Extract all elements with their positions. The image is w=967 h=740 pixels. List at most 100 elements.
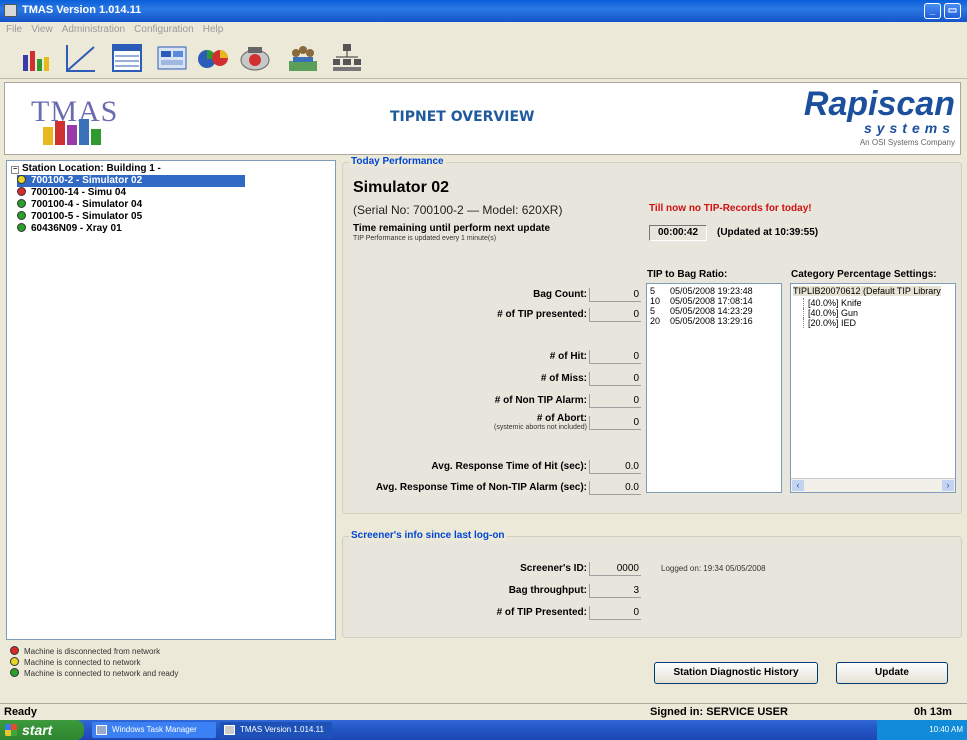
users-icon[interactable] — [286, 41, 320, 75]
remaining-note: TIP Performance is updated every 1 minut… — [353, 235, 497, 242]
remaining-label: Time remaining until perform next update — [353, 223, 551, 234]
screener-id-field: 0000 — [589, 562, 641, 576]
task-manager-icon — [96, 725, 107, 735]
collapse-icon[interactable]: − — [11, 166, 19, 174]
status-text: Ready — [4, 706, 38, 718]
ratio-list[interactable]: 5 05/05/2008 19:23:48 10 05/05/2008 17:08:… — [646, 283, 782, 493]
legend-item: Machine is disconnected from network — [10, 646, 178, 657]
no-records-warning: Till now no TIP-Records for today! — [649, 203, 812, 214]
abort-note: (systemic aborts not included) — [494, 424, 587, 431]
category-root[interactable]: TIPLIB20070612 (Default TIP Library — [793, 286, 941, 296]
category-item[interactable]: [40.0%] Gun — [803, 308, 858, 318]
tmas-window: TMAS Version 1.014.11 _ ▭ File View Admi… — [0, 0, 967, 720]
tree-root[interactable]: − Station Location: Building 1 - — [11, 163, 161, 174]
list-item[interactable]: 5 05/05/2008 19:23:48 — [650, 286, 753, 296]
page-title: TIPNET OVERVIEW — [390, 109, 535, 125]
hit-field: 0 — [589, 350, 641, 364]
org-chart-icon[interactable] — [330, 41, 364, 75]
tmas-logo: TMAS — [17, 89, 137, 153]
list-item[interactable]: 5 05/05/2008 14:23:29 — [650, 306, 753, 316]
scroll-left-icon[interactable]: ‹ — [792, 480, 804, 491]
tmas-app-icon — [224, 725, 235, 735]
throughput-label: Bag throughput: — [508, 585, 587, 596]
tree-node-simulator-02[interactable]: 700100-2 - Simulator 02 — [17, 175, 245, 187]
app-icon — [4, 4, 17, 17]
status-dot-icon — [17, 175, 26, 184]
title-bar[interactable]: TMAS Version 1.014.11 _ ▭ — [0, 0, 967, 22]
category-item[interactable]: [40.0%] Knife — [803, 298, 862, 308]
tree-node-simulator-05[interactable]: 700100-5 - Simulator 05 — [17, 211, 142, 223]
menu-administration[interactable]: Administration — [62, 22, 125, 37]
miss-label: # of Miss: — [540, 373, 587, 384]
taskbar-item-tmas[interactable]: TMAS Version 1.014.11 — [220, 722, 332, 738]
maximize-button[interactable]: ▭ — [944, 3, 961, 19]
logged-on-text: Logged on: 19:34 05/05/2008 — [661, 564, 766, 573]
bag-count-field: 0 — [589, 288, 641, 302]
category-item[interactable]: [20.0%] IED — [803, 318, 856, 328]
timer-field: 00:00:42 — [649, 225, 707, 241]
status-dot-icon — [17, 211, 26, 220]
start-button[interactable]: start — [0, 720, 84, 740]
menu-file[interactable]: File — [6, 22, 22, 37]
non-tip-alarm-field: 0 — [589, 394, 641, 408]
avg-non-tip-label: Avg. Response Time of Non-TIP Alarm (sec… — [375, 482, 587, 493]
tree-node-xray-01[interactable]: 60436N09 - Xray 01 — [17, 223, 122, 235]
station-name: Simulator 02 — [353, 179, 450, 196]
yellow-dot-icon — [10, 657, 19, 666]
hit-label: # of Hit: — [549, 351, 587, 362]
tree-node-simu-04[interactable]: 700100-14 - Simu 04 — [17, 187, 126, 199]
report-icon[interactable] — [155, 41, 189, 75]
header-banner: TMAS TIPNET OVERVIEW Rapiscan systems An… — [4, 82, 961, 155]
bag-count-label: Bag Count: — [533, 289, 587, 300]
signed-in-text: Signed in: SERVICE USER — [650, 706, 788, 718]
window-title: TMAS Version 1.014.11 — [22, 4, 142, 16]
abort-field: 0 — [589, 416, 641, 430]
brand-sub: systems — [863, 120, 955, 136]
updated-at: (Updated at 10:39:55) — [717, 227, 819, 238]
system-tray: 10:40 AM — [877, 720, 967, 740]
station-diagnostic-history-button[interactable]: Station Diagnostic History — [654, 662, 818, 684]
horizontal-scrollbar[interactable]: ‹ › — [791, 478, 955, 492]
list-item[interactable]: 20 05/05/2008 13:29:16 — [650, 316, 753, 326]
miss-field: 0 — [589, 372, 641, 386]
table-icon[interactable] — [110, 41, 144, 75]
tree-node-simulator-04[interactable]: 700100-4 - Simulator 04 — [17, 199, 142, 211]
minimize-button[interactable]: _ — [924, 3, 941, 19]
menu-bar: File View Administration Configuration H… — [0, 22, 967, 37]
avg-hit-label: Avg. Response Time of Hit (sec): — [431, 461, 587, 472]
elapsed-time: 0h 13m — [914, 706, 952, 718]
status-dot-icon — [17, 187, 26, 196]
tip-presented-field: 0 — [589, 308, 641, 322]
pie-chart-icon[interactable] — [196, 41, 230, 75]
menu-help[interactable]: Help — [203, 22, 224, 37]
serial-model: (Serial No: 700100-2 — Model: 620XR) — [353, 203, 563, 217]
list-item[interactable]: 10 05/05/2008 17:08:14 — [650, 296, 753, 306]
status-dot-icon — [17, 223, 26, 232]
scroll-right-icon[interactable]: › — [942, 480, 954, 491]
menu-configuration[interactable]: Configuration — [134, 22, 193, 37]
abort-label: # of Abort: — [536, 413, 587, 424]
menu-view[interactable]: View — [31, 22, 53, 37]
bar-chart-icon[interactable] — [20, 41, 54, 75]
avg-non-tip-field: 0.0 — [589, 481, 641, 495]
red-dot-icon — [10, 646, 19, 655]
category-tree[interactable]: TIPLIB20070612 (Default TIP Library [40.… — [790, 283, 956, 493]
ratio-title: TIP to Bag Ratio: — [647, 269, 728, 280]
status-bar: Ready Signed in: SERVICE USER 0h 13m — [0, 703, 967, 720]
legend-item: Machine is connected to network and read… — [10, 668, 178, 679]
line-chart-icon[interactable] — [64, 41, 98, 75]
clock[interactable]: 10:40 AM — [929, 725, 963, 734]
status-legend: Machine is disconnected from network Mac… — [10, 646, 178, 679]
screener-info-group: Screener's info since last log-on Screen… — [342, 530, 962, 638]
station-tree[interactable]: − Station Location: Building 1 - 700100-2… — [6, 160, 336, 640]
update-button[interactable]: Update — [836, 662, 948, 684]
non-tip-alarm-label: # of Non TIP Alarm: — [494, 395, 587, 406]
screener-tip-label: # of TIP Presented: — [496, 607, 587, 618]
legend-item: Machine is connected to network — [10, 657, 178, 668]
camera-icon[interactable] — [238, 41, 272, 75]
taskbar-item-task-manager[interactable]: Windows Task Manager — [92, 722, 216, 738]
tmas-logo-text: TMAS — [31, 95, 119, 128]
tip-presented-label: # of TIP presented: — [497, 309, 587, 320]
brand-tag: An OSI Systems Company — [859, 138, 955, 147]
avg-hit-field: 0.0 — [589, 460, 641, 474]
